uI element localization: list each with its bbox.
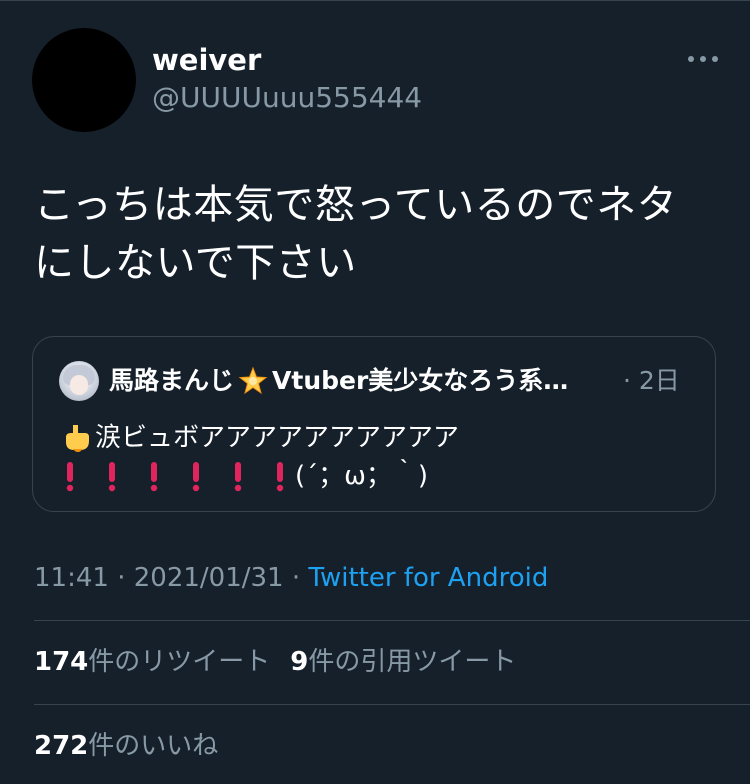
more-dot <box>712 56 718 62</box>
tweet-text: こっちは本気で怒っているのでネタ にしないで下さい <box>34 176 724 292</box>
tweet-text-line: にしないで下さい <box>34 240 357 286</box>
pointing-down-hand-icon <box>66 425 89 452</box>
red-exclamation-icon <box>192 462 200 492</box>
more-dot <box>688 56 694 62</box>
author-handle[interactable]: @UUUUuuu555444 <box>152 80 422 116</box>
red-exclamation-icon <box>108 462 116 492</box>
quote-timestamp: · 2日 <box>623 366 680 395</box>
more-dot <box>700 56 706 62</box>
tweet-text-line: こっちは本気で怒っているのでネタ <box>34 182 678 228</box>
red-exclamation-icon <box>234 462 242 492</box>
author-name[interactable]: weiver <box>152 42 261 78</box>
likes-stat[interactable]: 272件のいいね <box>34 726 218 766</box>
meta-separator: · <box>108 563 134 593</box>
top-divider <box>0 0 750 1</box>
likes-count: 272 <box>34 731 89 761</box>
quote-author-name-part1: 馬路まんじ <box>109 366 235 395</box>
avatar-face <box>70 375 88 395</box>
likes-stats-row: 272件のいいね <box>34 726 218 766</box>
quotes-label: 件の引用ツイート <box>308 647 517 677</box>
quote-author-name-part2: Vtuber美少女なろう系… <box>272 366 569 395</box>
more-options-icon[interactable] <box>678 44 728 74</box>
retweets-count: 174 <box>34 647 89 677</box>
retweets-label: 件のリツイート <box>88 647 271 677</box>
divider <box>34 620 750 621</box>
quote-text-line2: (´；ω；｀) <box>63 457 428 495</box>
quote-emoticon: (´；ω；｀) <box>295 461 429 491</box>
quote-author-header: 馬路まんじ Vtuber美少女なろう系… <box>109 363 568 399</box>
red-exclamation-icon <box>150 462 158 492</box>
quote-text-line1: 涙ビュボアアアアアアアアアア <box>63 419 459 457</box>
tweet-meta: 11:41 · 2021/01/31 · Twitter for Android <box>34 558 548 598</box>
meta-separator: · <box>283 563 309 593</box>
divider <box>34 704 750 705</box>
glowing-star-icon <box>238 366 268 395</box>
quote-tweets-stat[interactable]: 9件の引用ツイート <box>290 642 516 682</box>
red-exclamation-icon <box>66 462 74 492</box>
tweet-time: 11:41 <box>34 563 109 593</box>
likes-label: 件のいいね <box>88 731 219 761</box>
quote-text: 涙ビュボアアアアアアアアアア <box>95 423 460 453</box>
tweet-detail-view: weiver @UUUUuuu555444 こっちは本気で怒っているのでネタ に… <box>0 0 750 784</box>
quotes-count: 9 <box>290 647 309 677</box>
quote-author-avatar <box>59 361 99 401</box>
author-avatar[interactable] <box>32 28 136 132</box>
retweet-stats-row: 174件のリツイート 9件の引用ツイート <box>34 642 516 682</box>
quoted-tweet-card[interactable]: 馬路まんじ Vtuber美少女なろう系… · 2日 涙ビュボアアアアアアアアアア <box>32 336 716 512</box>
tweet-source-link[interactable]: Twitter for Android <box>308 563 548 593</box>
red-exclamation-icon <box>276 462 284 492</box>
tweet-date: 2021/01/31 <box>133 563 284 593</box>
retweets-stat[interactable]: 174件のリツイート <box>34 642 270 682</box>
